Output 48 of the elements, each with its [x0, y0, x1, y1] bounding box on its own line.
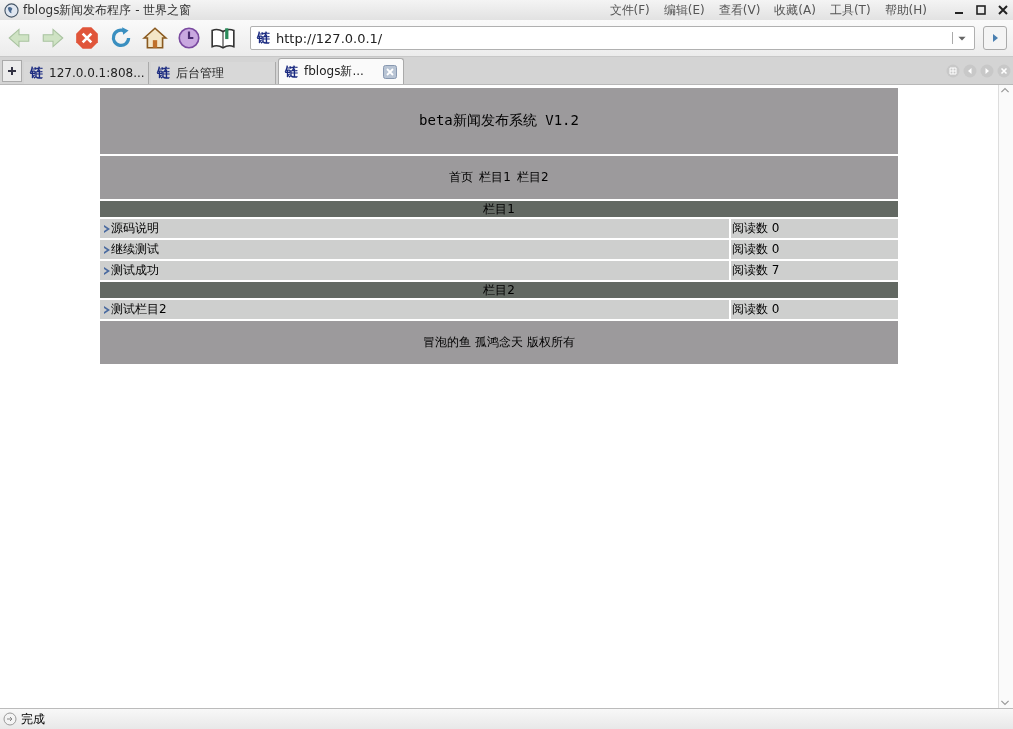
nav-link[interactable]: 栏目2: [517, 169, 549, 186]
window-title: fblogs新闻发布程序 - 世界之窗: [23, 1, 192, 19]
go-button[interactable]: [983, 26, 1007, 50]
stop-icon[interactable]: [74, 25, 100, 51]
arrow-icon: [104, 305, 110, 314]
book-icon[interactable]: [210, 25, 236, 51]
play-icon: [990, 33, 1000, 43]
menu-item[interactable]: 查看(V): [718, 1, 761, 19]
menu-item[interactable]: 帮助(H): [884, 1, 927, 19]
arrow-icon: [104, 266, 110, 275]
article-link[interactable]: 继续测试: [111, 241, 159, 258]
home-icon[interactable]: [142, 25, 168, 51]
article-link[interactable]: 源码说明: [111, 220, 159, 237]
menu-item[interactable]: 编辑(E): [663, 1, 705, 19]
table-cell: 阅读数 0: [731, 300, 898, 319]
close-tab-icon[interactable]: [383, 64, 397, 79]
table-cell: 阅读数 7: [731, 261, 898, 280]
copyright-text: 冒泡的鱼 孤鸿念天 版权所有: [423, 334, 575, 351]
browser-tab[interactable]: 链 fblogs新...: [278, 58, 404, 84]
browser-tab[interactable]: 链 127.0.0.1:808...: [24, 62, 149, 84]
menu-item[interactable]: 文件(F): [609, 1, 650, 19]
article-link[interactable]: 测试栏目2: [111, 301, 167, 318]
table-cell: 阅读数 0: [731, 219, 898, 238]
site-title: beta新闻发布系统 V1.2: [419, 112, 579, 130]
table-cell: 阅读数 0: [731, 240, 898, 259]
maximize-icon[interactable]: [975, 4, 987, 16]
browser-tab[interactable]: 链 后台管理: [151, 62, 276, 84]
clock-icon[interactable]: [176, 25, 202, 51]
menu-item[interactable]: 工具(T): [829, 1, 871, 19]
nav-link[interactable]: 首页: [449, 169, 474, 186]
back-arrow-icon[interactable]: [6, 25, 32, 51]
address-field[interactable]: 链 http://127.0.0.1/: [250, 26, 975, 50]
section-header: 栏目2: [100, 282, 898, 298]
globe-icon: [4, 2, 19, 18]
section-header: 栏目1: [100, 201, 898, 217]
dropdown-icon[interactable]: [952, 32, 968, 44]
nav-link[interactable]: 栏目1: [479, 169, 511, 186]
plus-icon: [7, 66, 17, 76]
scrollbar[interactable]: [998, 85, 1013, 708]
close-icon[interactable]: [997, 4, 1009, 16]
forward-arrow-icon[interactable]: [40, 25, 66, 51]
status-text: 完成: [21, 710, 45, 728]
article-link[interactable]: 测试成功: [111, 262, 159, 279]
arrow-icon: [104, 245, 110, 254]
new-tab-button[interactable]: [2, 60, 22, 82]
arrow-icon: [104, 224, 110, 233]
menu-item[interactable]: 收藏(A): [774, 1, 816, 19]
arrow-circle-icon: [3, 712, 17, 726]
